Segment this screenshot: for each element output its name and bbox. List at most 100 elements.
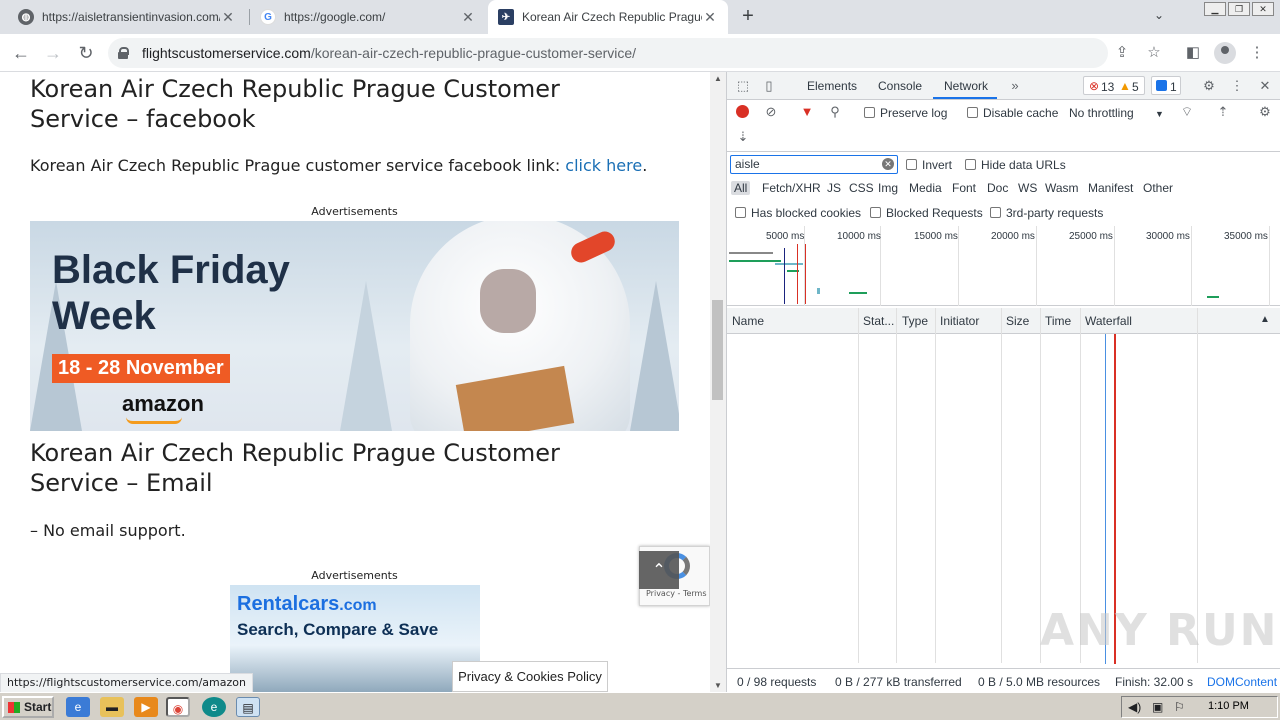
chrome-icon[interactable]: ◉ xyxy=(166,697,190,717)
column-size[interactable]: Size xyxy=(1006,314,1029,328)
throttling-select[interactable]: No throttling ▼ xyxy=(1069,106,1164,120)
column-waterfall[interactable]: Waterfall xyxy=(1085,314,1132,328)
hide-data-urls-checkbox[interactable]: Hide data URLs xyxy=(965,158,1066,172)
tab-search-chevron-icon[interactable]: ⌄ xyxy=(1154,8,1164,22)
issues-counter[interactable]: ⊗ 13 ▲ 5 xyxy=(1083,76,1145,95)
filter-type-font[interactable]: Font xyxy=(952,181,976,195)
export-har-icon[interactable]: ⇣ xyxy=(735,129,751,145)
grid-line xyxy=(958,226,959,306)
minimize-icon[interactable]: ▁ xyxy=(1204,2,1226,16)
reload-icon[interactable]: ↻ xyxy=(75,42,97,64)
filter-type-all[interactable]: All xyxy=(731,181,751,195)
amazon-logo: amazon xyxy=(122,391,204,424)
url-host: flightscustomerservice.com xyxy=(142,45,311,61)
filter-type-js[interactable]: JS xyxy=(827,181,841,195)
edge-icon[interactable]: e xyxy=(202,697,226,717)
preserve-log-checkbox[interactable]: Preserve log xyxy=(864,106,947,120)
record-icon[interactable] xyxy=(736,105,749,118)
filter-type-img[interactable]: Img xyxy=(878,181,898,195)
tab-elements[interactable]: Elements xyxy=(807,79,857,93)
scroll-up-arrow-icon[interactable]: ▲ xyxy=(714,74,722,83)
facebook-click-here-link[interactable]: click here xyxy=(565,156,642,175)
network-filter-input[interactable]: aisle ✕ xyxy=(730,155,898,174)
filter-type-fetch-xhr[interactable]: Fetch/XHR xyxy=(762,181,821,195)
disable-cache-label: Disable cache xyxy=(983,106,1059,120)
network-settings-gear-icon[interactable]: ⚙ xyxy=(1257,104,1273,120)
close-tab-icon[interactable]: ✕ xyxy=(460,9,476,26)
network-icon[interactable]: ▣ xyxy=(1152,700,1163,714)
side-panel-icon[interactable]: ◧ xyxy=(1182,42,1204,64)
timeline-tick: 5000 ms xyxy=(766,231,805,242)
has-blocked-cookies-label: Has blocked cookies xyxy=(751,206,862,220)
scroll-to-top-button[interactable]: ⌃ xyxy=(639,551,679,589)
folder-icon[interactable]: ▬ xyxy=(100,697,124,717)
tab-aisletransientinvasion[interactable]: ◍ https://aisletransientinvasion.com/d ✕ xyxy=(8,0,246,34)
start-button[interactable]: Start xyxy=(2,696,54,718)
flag-icon[interactable]: ⚐ xyxy=(1174,700,1185,714)
third-party-checkbox[interactable]: 3rd-party requests xyxy=(990,206,1103,220)
filter-type-ws[interactable]: WS xyxy=(1018,181,1037,195)
has-blocked-cookies-checkbox[interactable]: Has blocked cookies xyxy=(735,206,861,220)
filter-type-css[interactable]: CSS xyxy=(849,181,874,195)
ie-icon[interactable]: e xyxy=(66,697,90,717)
import-har-icon[interactable]: ⇡ xyxy=(1215,104,1231,120)
forward-arrow-icon[interactable]: → xyxy=(42,42,64,64)
messages-counter[interactable]: 1 xyxy=(1151,76,1181,95)
disable-cache-checkbox[interactable]: Disable cache xyxy=(967,106,1058,120)
close-window-icon[interactable]: ✕ xyxy=(1252,2,1274,16)
notepad-icon[interactable]: ▤ xyxy=(236,697,260,717)
inspect-element-icon[interactable]: ⬚ xyxy=(735,78,751,94)
close-tab-icon[interactable]: ✕ xyxy=(702,9,718,26)
network-overview-timeline[interactable]: 5000 ms 10000 ms 15000 ms 20000 ms 25000… xyxy=(727,226,1280,306)
bookmark-star-icon[interactable]: ☆ xyxy=(1143,42,1165,64)
column-divider xyxy=(1001,308,1002,663)
media-player-icon[interactable]: ▶ xyxy=(134,697,158,717)
amazon-black-friday-ad[interactable]: Black Friday Week 18 - 28 November amazon xyxy=(30,221,679,431)
more-tabs-icon[interactable]: » xyxy=(1007,78,1023,94)
filter-funnel-icon[interactable]: ▼ xyxy=(799,104,815,120)
tab-network[interactable]: Network xyxy=(944,79,988,93)
menu-kebab-icon[interactable]: ⋮ xyxy=(1246,42,1268,64)
dom-content-loaded-marker xyxy=(784,248,785,304)
search-icon[interactable]: ⚲ xyxy=(827,104,843,120)
column-type[interactable]: Type xyxy=(902,314,928,328)
network-conditions-icon[interactable]: ⌔ xyxy=(1179,104,1195,120)
column-time[interactable]: Time xyxy=(1045,314,1071,328)
page-scrollbar[interactable]: ▲ ▼ xyxy=(710,72,726,692)
back-arrow-icon[interactable]: ← xyxy=(10,42,32,64)
devtools-menu-icon[interactable]: ⋮ xyxy=(1229,78,1245,94)
device-toolbar-icon[interactable]: ▯ xyxy=(761,78,777,94)
settings-gear-icon[interactable]: ⚙ xyxy=(1201,78,1217,94)
restore-icon[interactable]: ❐ xyxy=(1228,2,1250,16)
filter-type-doc[interactable]: Doc xyxy=(987,181,1008,195)
volume-icon[interactable]: ◀) xyxy=(1128,700,1141,714)
profile-avatar[interactable] xyxy=(1214,42,1236,64)
filter-type-other[interactable]: Other xyxy=(1143,181,1173,195)
close-devtools-icon[interactable]: ✕ xyxy=(1257,78,1273,94)
timeline-tick: 30000 ms xyxy=(1146,231,1190,242)
tab-google[interactable]: G https://google.com/ ✕ xyxy=(250,0,486,34)
rentalcars-suffix: .com xyxy=(339,597,377,614)
tab-console[interactable]: Console xyxy=(878,79,922,93)
invert-checkbox[interactable]: Invert xyxy=(906,158,952,172)
close-tab-icon[interactable]: ✕ xyxy=(220,9,236,26)
filter-type-manifest[interactable]: Manifest xyxy=(1088,181,1133,195)
address-bar[interactable]: flightscustomerservice.com/korean-air-cz… xyxy=(108,38,1108,68)
column-status[interactable]: Stat... xyxy=(863,314,894,328)
filter-type-media[interactable]: Media xyxy=(909,181,942,195)
column-name[interactable]: Name xyxy=(732,314,764,328)
column-initiator[interactable]: Initiator xyxy=(940,314,979,328)
blocked-requests-checkbox[interactable]: Blocked Requests xyxy=(870,206,983,220)
filter-type-wasm[interactable]: Wasm xyxy=(1045,181,1079,195)
tab-korean-air[interactable]: ✈ Korean Air Czech Republic Prague C ✕ xyxy=(488,0,728,34)
privacy-cookies-button[interactable]: Privacy & Cookies Policy xyxy=(452,661,608,692)
new-tab-plus-icon[interactable]: + xyxy=(738,6,758,26)
sort-arrow-icon[interactable]: ▲ xyxy=(1260,314,1270,325)
recaptcha-privacy-terms[interactable]: Privacy - Terms xyxy=(646,589,707,598)
scroll-down-arrow-icon[interactable]: ▼ xyxy=(714,681,722,690)
clear-icon[interactable]: ⊘ xyxy=(763,104,779,120)
clear-filter-icon[interactable]: ✕ xyxy=(882,158,894,170)
rentalcars-ad[interactable]: Rentalcars.com Search, Compare & Save xyxy=(230,585,480,692)
scrollbar-thumb[interactable] xyxy=(712,300,723,400)
share-icon[interactable]: ⇪ xyxy=(1111,42,1133,64)
